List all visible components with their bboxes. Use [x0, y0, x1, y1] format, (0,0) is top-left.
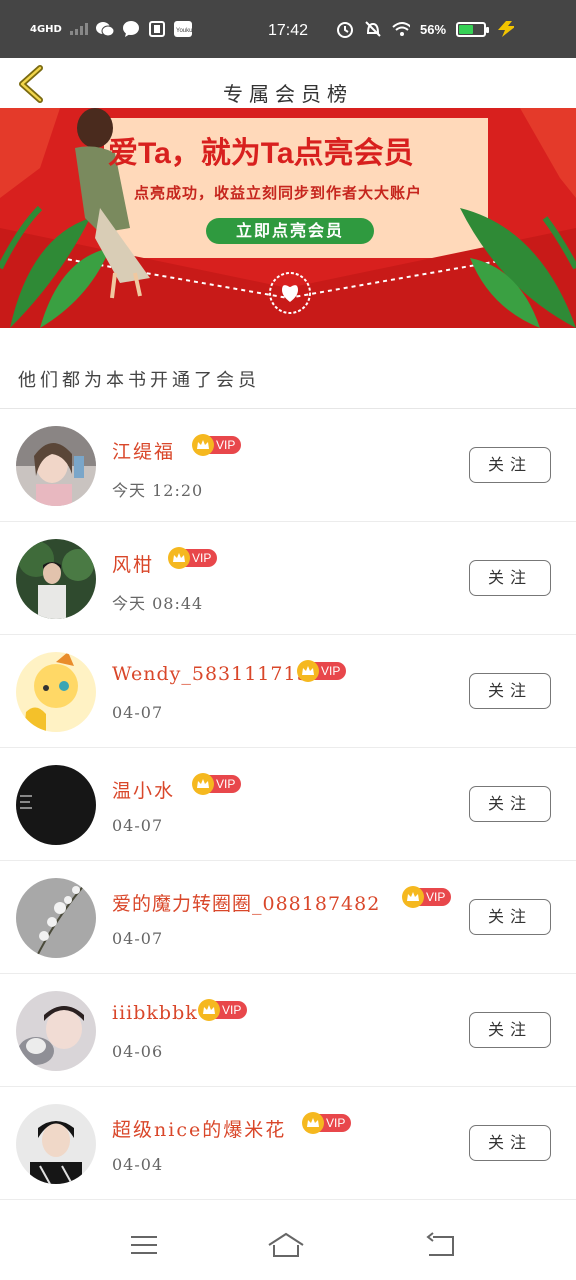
svg-text:Youku: Youku [176, 28, 192, 34]
network-label: 4GHD [30, 23, 62, 35]
follow-button[interactable]: 关注 [469, 1012, 551, 1048]
crown-icon [402, 886, 424, 908]
wifi-icon [392, 20, 410, 38]
vip-badge: VIP [192, 773, 242, 795]
member-time: 04-07 [112, 703, 164, 722]
member-time: 04-06 [112, 1042, 164, 1061]
member-time: 今天 12:20 [112, 481, 204, 500]
wechat-icon [95, 20, 114, 38]
follow-button[interactable]: 关注 [469, 1125, 551, 1161]
battery-icon [456, 21, 490, 37]
charging-icon [496, 20, 515, 38]
nav-bar: 专属会员榜 [0, 58, 576, 108]
list-item[interactable]: iiibkbbk VIP 04-06 关注 [0, 974, 576, 1087]
message-icon [122, 20, 140, 38]
avatar[interactable] [16, 539, 96, 619]
crown-icon [192, 434, 214, 456]
crown-icon [297, 660, 319, 682]
vip-badge: VIP [198, 999, 248, 1021]
follow-button[interactable]: 关注 [469, 899, 551, 935]
banner-subtitle: 点亮成功，收益立刻同步到作者大大账户 [134, 184, 423, 202]
youku-icon: Youku [173, 20, 192, 38]
section-title: 他们都为本书开通了会员 [18, 370, 260, 391]
follow-button[interactable]: 关注 [469, 673, 551, 709]
follow-button[interactable]: 关注 [469, 447, 551, 483]
vip-badge: VIP [302, 1112, 352, 1134]
member-name[interactable]: 超级nice的爆米花 [112, 1115, 286, 1142]
signal-icon [69, 20, 88, 38]
vip-badge: VIP [402, 886, 452, 908]
page-title: 专属会员榜 [223, 82, 353, 106]
member-name[interactable]: 江缇福 [112, 437, 175, 464]
member-time: 04-04 [112, 1155, 164, 1174]
member-name[interactable]: 温小水 [112, 776, 175, 803]
alarm-icon [336, 20, 354, 38]
list-item[interactable]: 爱的魔力转圈圈_088187482 VIP 04-07 关注 [0, 861, 576, 974]
member-name[interactable]: 风柑 [112, 550, 154, 577]
system-nav-bar [0, 1210, 576, 1280]
back-system-button[interactable] [420, 1228, 460, 1262]
avatar[interactable] [16, 426, 96, 506]
home-button[interactable] [266, 1228, 306, 1262]
avatar[interactable] [16, 652, 96, 732]
follow-button[interactable]: 关注 [469, 786, 551, 822]
crown-icon [168, 547, 190, 569]
member-list: 江缇福 VIP 今天 12:20 关注 风柑 VIP 今天 08:44 关注 W… [0, 409, 576, 1200]
avatar[interactable] [16, 1104, 96, 1184]
member-time: 今天 08:44 [112, 594, 204, 613]
mute-bell-icon [364, 20, 382, 38]
member-name[interactable]: 爱的魔力转圈圈_088187482 [112, 889, 380, 916]
list-item[interactable]: Wendy_583111715 VIP 04-07 关注 [0, 635, 576, 748]
follow-button[interactable]: 关注 [469, 560, 551, 596]
vip-badge: VIP [297, 660, 347, 682]
avatar[interactable] [16, 991, 96, 1071]
return-icon [426, 1232, 454, 1256]
status-bar: 4GHD Youku 17:42 56% [0, 0, 576, 58]
avatar[interactable] [16, 765, 96, 845]
menu-icon [131, 1236, 157, 1254]
list-item[interactable]: 温小水 VIP 04-07 关注 [0, 748, 576, 861]
home-icon [268, 1232, 304, 1257]
member-time: 04-07 [112, 929, 164, 948]
vip-badge: VIP [168, 547, 218, 569]
battery-percent: 56% [420, 21, 447, 37]
list-item[interactable]: 风柑 VIP 今天 08:44 关注 [0, 522, 576, 635]
crown-icon [192, 773, 214, 795]
app-notification-icon [148, 20, 166, 38]
member-time: 04-07 [112, 816, 164, 835]
banner-headline: 爱Ta，就为Ta点亮会员 [108, 137, 414, 170]
member-name[interactable]: iiibkbbk [112, 1002, 198, 1024]
menu-button[interactable] [124, 1228, 164, 1262]
crown-icon [198, 999, 220, 1021]
promo-banner[interactable]: 爱Ta，就为Ta点亮会员 点亮成功，收益立刻同步到作者大大账户 立即点亮会员 [0, 108, 576, 328]
list-item[interactable]: 超级nice的爆米花 VIP 04-04 关注 [0, 1087, 576, 1200]
avatar[interactable] [16, 878, 96, 958]
vip-badge: VIP [192, 434, 242, 456]
member-name[interactable]: Wendy_583111715 [112, 663, 310, 685]
light-up-vip-button[interactable]: 立即点亮会员 [206, 218, 374, 244]
list-item[interactable]: 江缇福 VIP 今天 12:20 关注 [0, 409, 576, 522]
clock: 17:42 [268, 22, 309, 39]
crown-icon [302, 1112, 324, 1134]
